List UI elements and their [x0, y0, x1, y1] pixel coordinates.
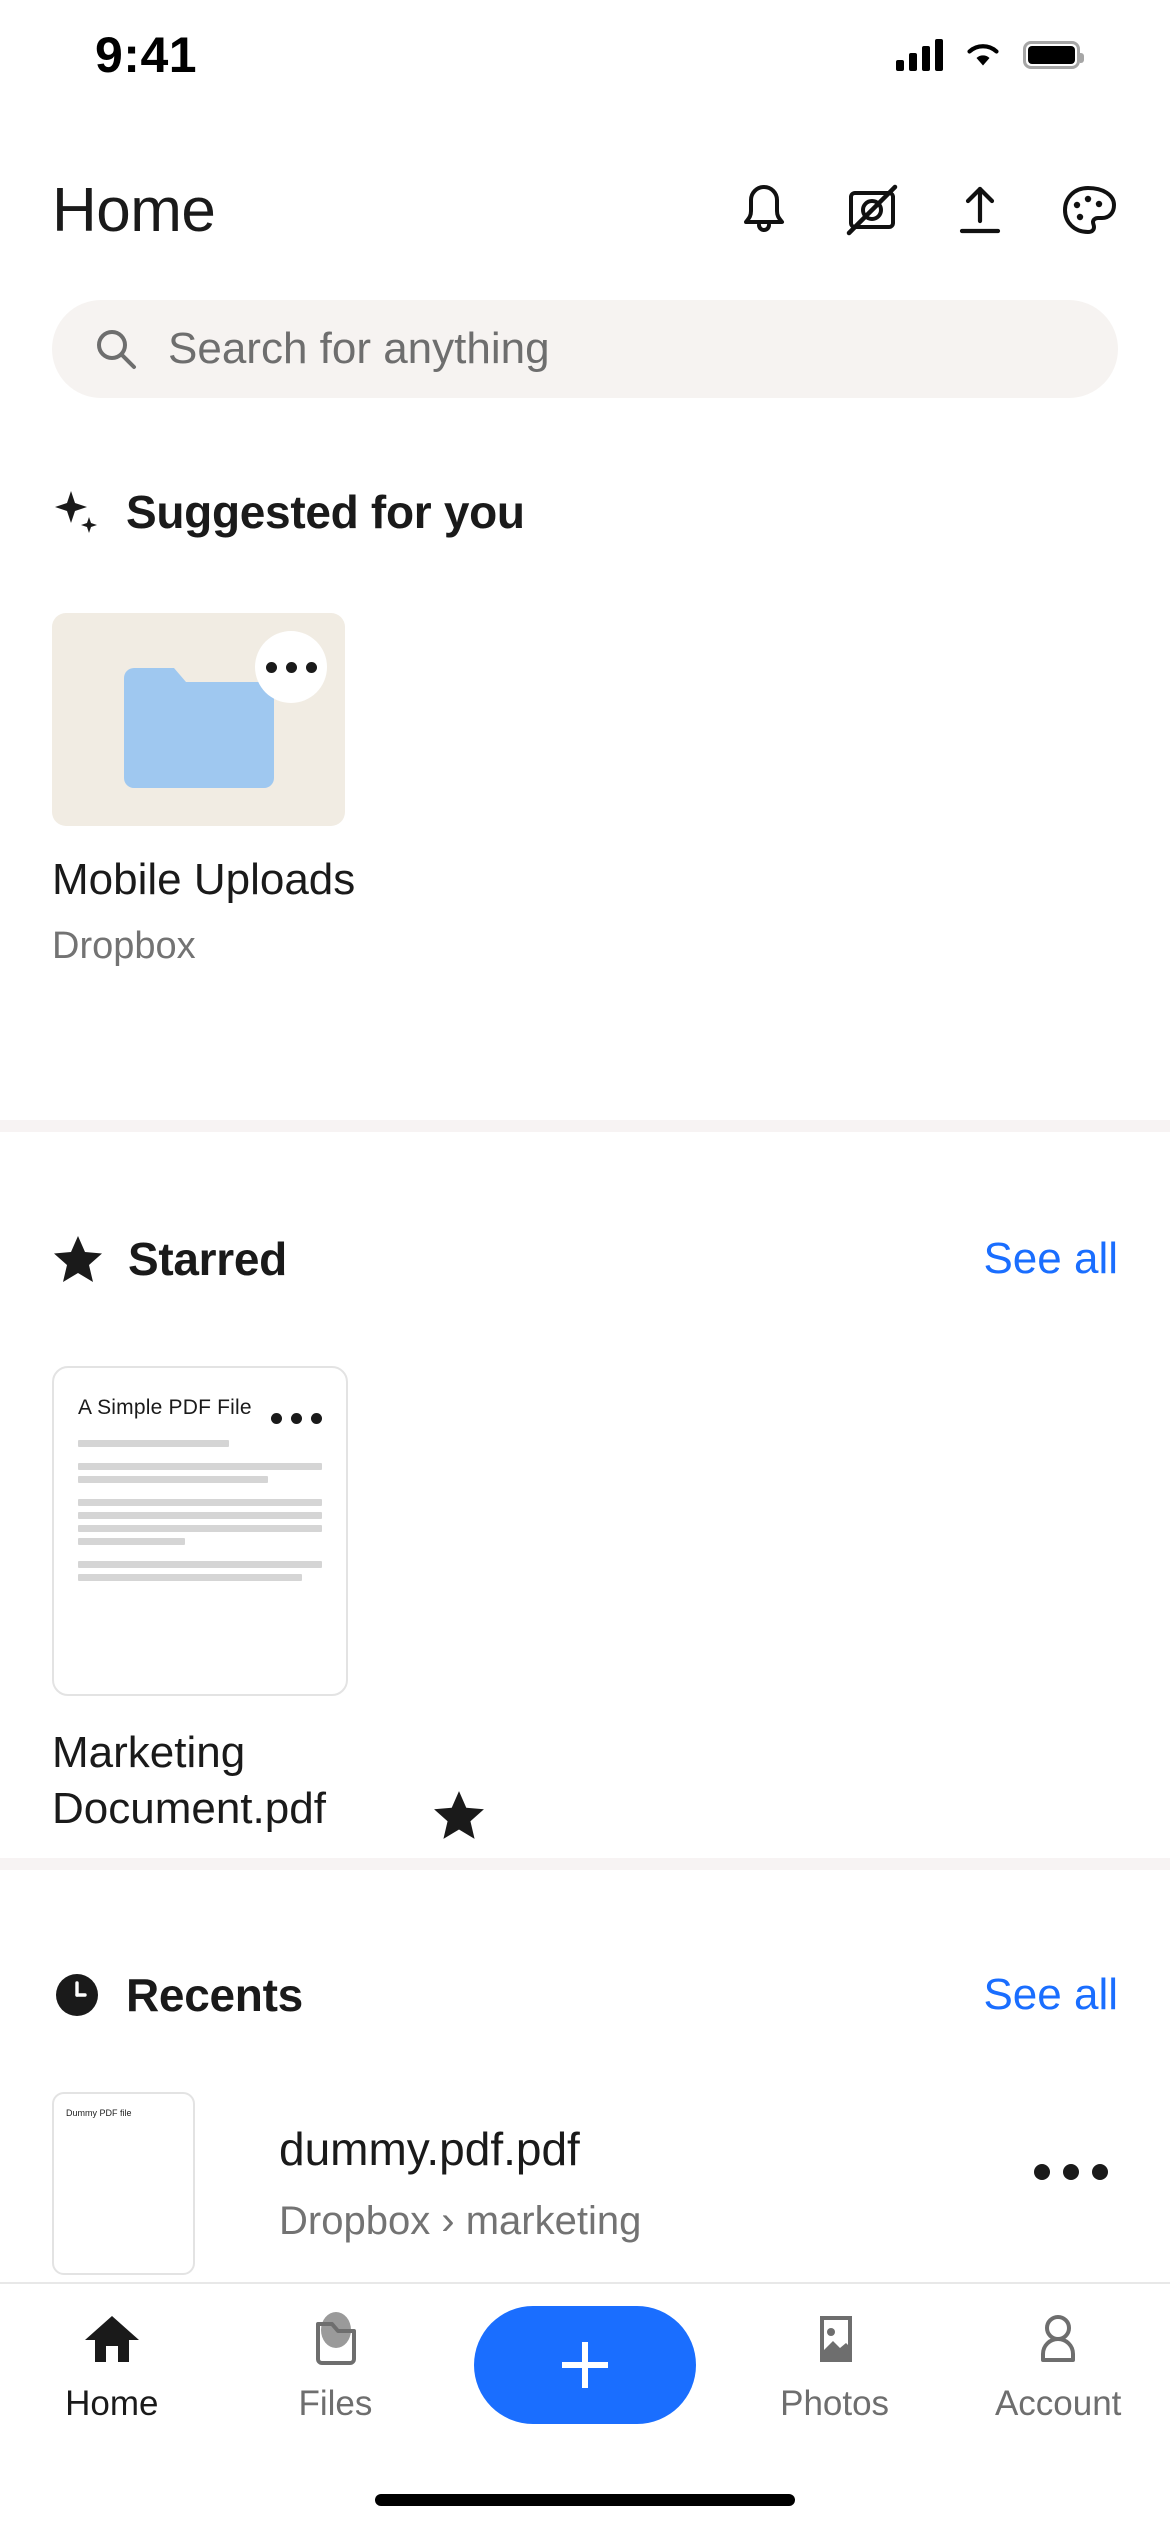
starred-title: Starred: [128, 1233, 287, 1285]
recent-file-path: Dropbox › marketing: [279, 2199, 642, 2243]
palette-icon[interactable]: [1058, 180, 1118, 240]
suggested-card-overflow-button[interactable]: [255, 631, 327, 703]
recents-title: Recents: [126, 1969, 303, 2021]
app-screen: 9:41 Home Search for anything Suggested …: [0, 0, 1170, 2532]
suggested-card-subtitle: Dropbox: [52, 925, 196, 967]
tab-account-label: Account: [994, 2384, 1122, 2423]
create-button[interactable]: [473, 2306, 696, 2424]
suggested-card[interactable]: [52, 613, 345, 826]
page-title: Home: [52, 175, 216, 245]
status-bar-time: 9:41: [95, 27, 198, 83]
wifi-icon: [967, 44, 999, 66]
recent-file-overflow-button[interactable]: [1034, 2164, 1108, 2180]
suggested-title: Suggested for you: [126, 486, 525, 538]
search-icon: [97, 330, 136, 369]
status-bar-indicators: [896, 39, 1084, 71]
cellular-bars-icon: [896, 39, 943, 71]
tab-account[interactable]: Account: [973, 2310, 1143, 2424]
tab-files-label: Files: [298, 2384, 373, 2423]
tab-home[interactable]: Home: [27, 2310, 197, 2424]
status-bar: 9:41: [0, 0, 1170, 110]
suggested-card-name: Mobile Uploads: [52, 855, 356, 904]
notifications-bell-icon[interactable]: [734, 180, 794, 240]
starred-see-all-link[interactable]: See all: [983, 1234, 1118, 1284]
sparkle-icon: [55, 491, 97, 533]
home-indicator: [375, 2494, 795, 2506]
tab-photos-label: Photos: [780, 2384, 890, 2423]
upload-icon[interactable]: [950, 180, 1010, 240]
suggested-section-header: Suggested for you: [0, 485, 1170, 539]
tab-files[interactable]: Files: [250, 2310, 420, 2424]
section-divider: [0, 1858, 1170, 1870]
tab-photos[interactable]: Photos: [750, 2310, 920, 2424]
home-icon: [84, 2316, 139, 2362]
recent-file-thumbnail: Dummy PDF file: [52, 2092, 195, 2275]
recents-see-all-link[interactable]: See all: [983, 1970, 1118, 2020]
tab-home-label: Home: [65, 2384, 159, 2423]
battery-full-icon: [1023, 41, 1084, 69]
starred-card-overflow-button[interactable]: [260, 1382, 332, 1454]
search-input[interactable]: Search for anything: [168, 324, 550, 374]
search-bar[interactable]: Search for anything: [52, 300, 1118, 398]
recent-file-name: dummy.pdf.pdf: [279, 2123, 580, 2175]
star-icon: [54, 1236, 102, 1282]
recents-section-header: Recents See all: [0, 1968, 1170, 2022]
navigation-bar: Home: [0, 160, 1170, 260]
photo-slash-icon[interactable]: [842, 180, 902, 240]
recent-thumbnail-title: Dummy PDF file: [66, 2108, 132, 2118]
starred-card[interactable]: A Simple PDF File: [52, 1366, 348, 1696]
starred-section-header: Starred See all: [0, 1232, 1170, 1286]
folder-icon: [124, 668, 274, 788]
star-filled-icon: [434, 1791, 484, 1839]
photo-icon: [819, 2316, 852, 2362]
plus-icon: [561, 2342, 608, 2388]
clock-icon: [56, 1974, 98, 2016]
list-item[interactable]: Dummy PDF file dummy.pdf.pdf Dropbox › m…: [0, 2092, 1170, 2277]
header-actions: [734, 180, 1118, 240]
folder-icon: [316, 2312, 357, 2365]
starred-card-name: Marketing Document.pdf: [52, 1728, 326, 1834]
section-divider: [0, 1120, 1170, 1132]
person-icon: [1041, 2315, 1076, 2362]
